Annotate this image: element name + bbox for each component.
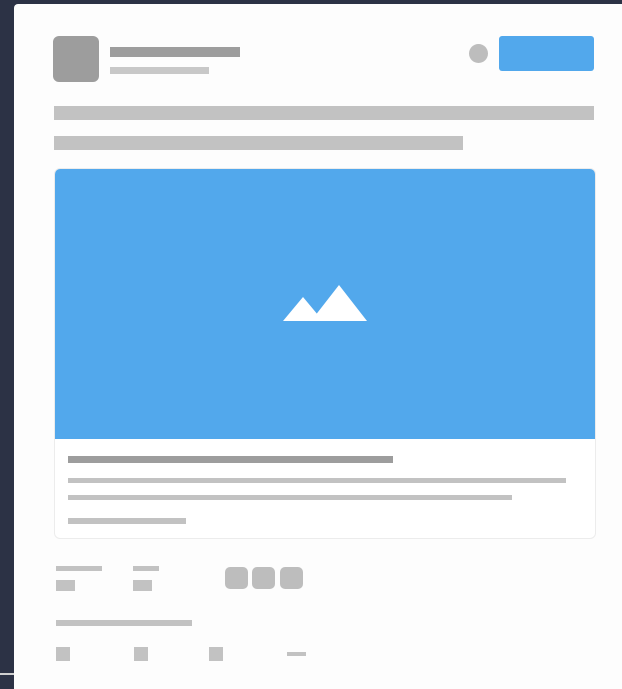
footer-more-icon[interactable] <box>287 652 306 656</box>
avatar[interactable] <box>53 36 99 82</box>
stat-label-2 <box>133 566 159 571</box>
reaction-button-3[interactable] <box>280 567 303 589</box>
media-card-title-placeholder <box>68 456 393 463</box>
corner-mark <box>0 673 14 675</box>
media-card[interactable] <box>54 168 596 539</box>
stat-value-1 <box>56 580 75 591</box>
media-image[interactable] <box>55 169 595 439</box>
author-meta-placeholder <box>110 67 209 74</box>
post-title-line-1 <box>54 106 594 120</box>
stat-value-2 <box>133 580 152 591</box>
footer-action-2[interactable] <box>134 647 148 661</box>
mountain-icon <box>283 285 367 321</box>
reaction-button-2[interactable] <box>252 567 275 589</box>
media-card-link-placeholder[interactable] <box>68 518 186 524</box>
stat-label-1 <box>56 566 102 571</box>
status-dot-icon <box>469 44 488 63</box>
post-card <box>14 4 622 689</box>
author-name-placeholder[interactable] <box>110 47 240 57</box>
primary-action-button[interactable] <box>499 36 594 71</box>
footer-action-1[interactable] <box>56 647 70 661</box>
post-title-line-2 <box>54 136 463 150</box>
reaction-button-1[interactable] <box>225 567 248 589</box>
media-card-text-line-2 <box>68 495 512 500</box>
footer-action-3[interactable] <box>209 647 223 661</box>
footer-text-placeholder <box>56 620 192 626</box>
media-card-text-line-1 <box>68 478 566 483</box>
